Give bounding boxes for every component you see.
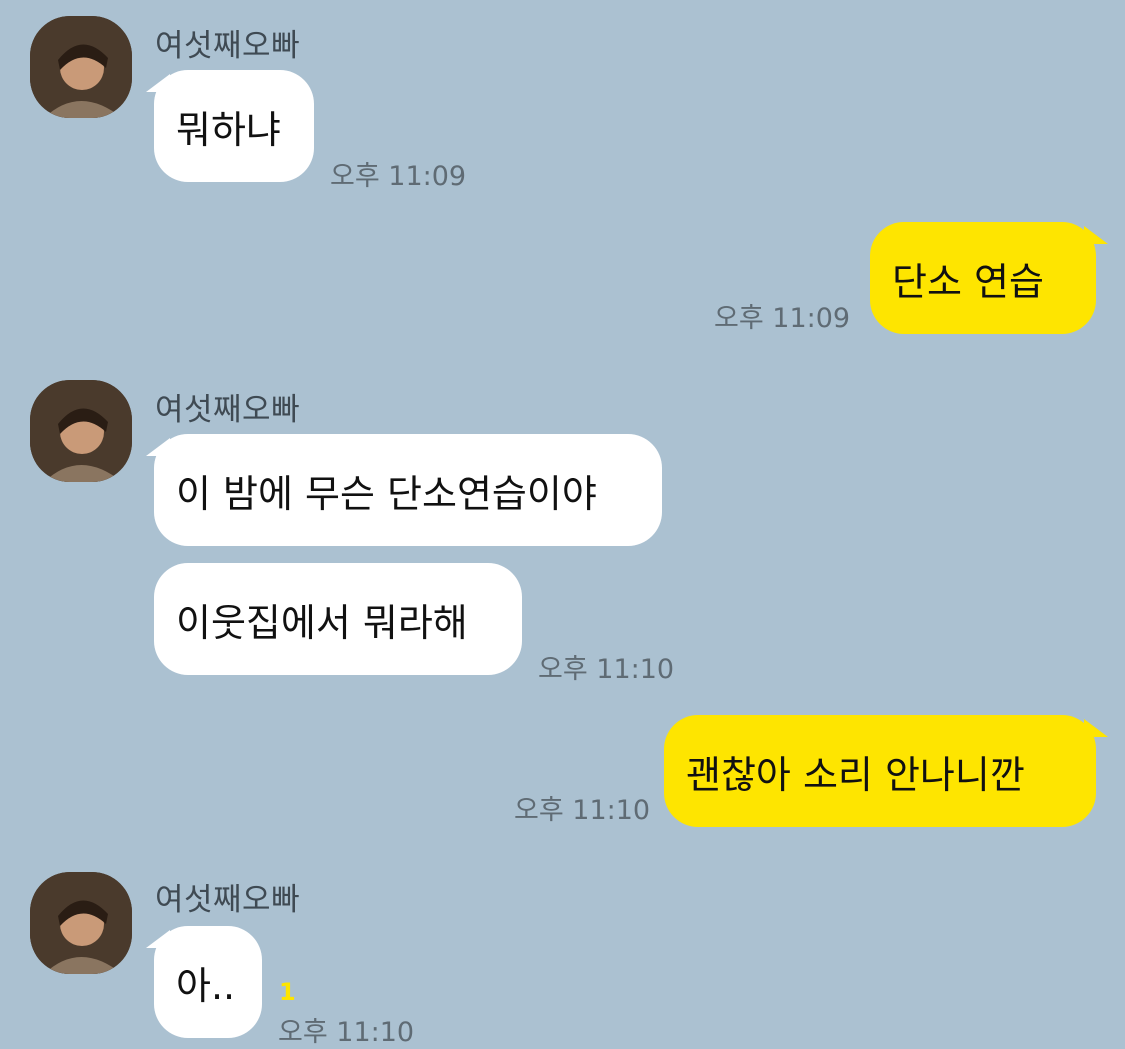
bubble-tail <box>1084 719 1108 737</box>
message-bubble-outgoing[interactable]: 단소 연습 <box>870 222 1096 334</box>
sender-avatar[interactable] <box>30 380 132 482</box>
message-bubble-incoming[interactable]: 아.. <box>154 926 262 1038</box>
message-bubble-incoming[interactable]: 뭐하냐 <box>154 70 314 182</box>
sender-name: 여섯째오빠 <box>155 28 301 64</box>
message-time: 오후 11:10 <box>278 1017 415 1048</box>
message-bubble-incoming[interactable]: 이웃집에서 뭐라해 <box>154 563 522 675</box>
bubble-tail <box>1084 226 1108 244</box>
sender-name: 여섯째오빠 <box>155 882 301 918</box>
message-time: 오후 11:10 <box>514 795 651 826</box>
sender-avatar[interactable] <box>30 872 132 974</box>
message-time: 오후 11:09 <box>330 161 467 192</box>
message-bubble-incoming[interactable]: 이 밤에 무슨 단소연습이야 <box>154 434 662 546</box>
sender-name: 여섯째오빠 <box>155 392 301 428</box>
message-time: 오후 11:09 <box>714 303 851 334</box>
chat-view[interactable]: 여섯째오빠 뭐하냐 오후 11:09 오후 11:09 단소 연습 여섯째오빠 … <box>0 0 1125 1048</box>
message-time: 오후 11:10 <box>538 654 675 685</box>
message-bubble-outgoing[interactable]: 괜찮아 소리 안나니깐 <box>664 715 1096 827</box>
unread-count-badge: 1 <box>279 978 296 1006</box>
sender-avatar[interactable] <box>30 16 132 118</box>
